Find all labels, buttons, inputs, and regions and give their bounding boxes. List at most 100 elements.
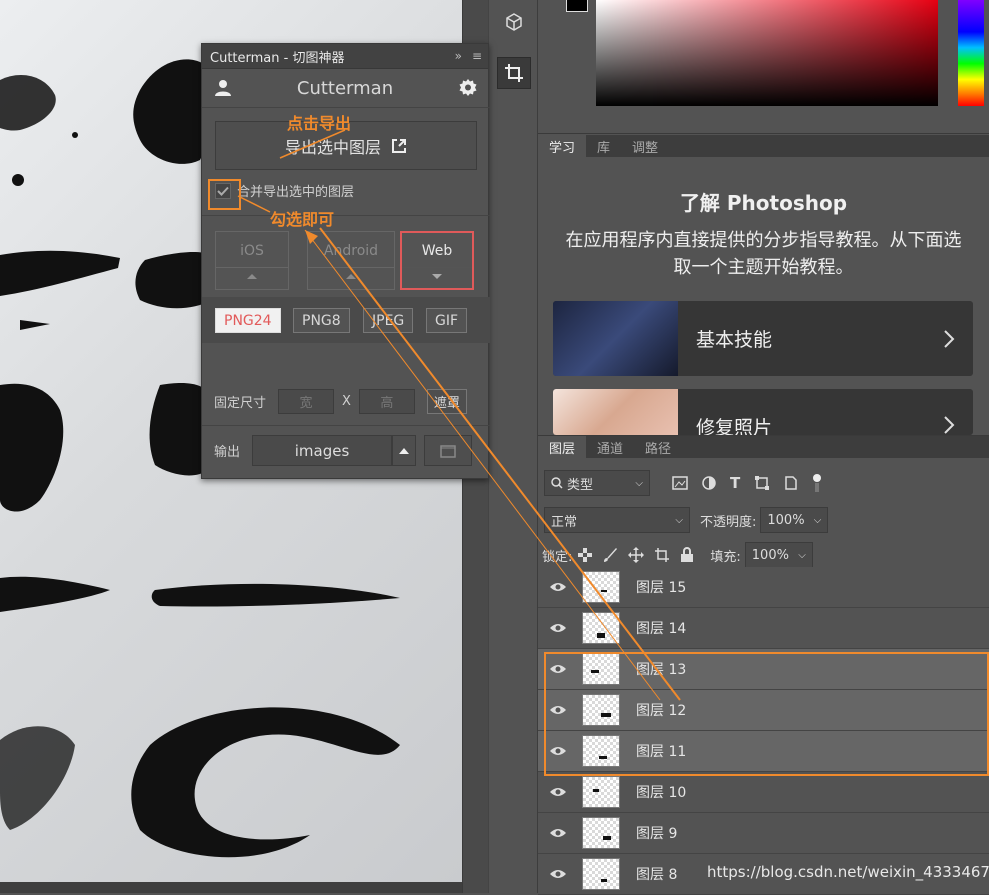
tab-adjustments[interactable]: 调整 [621,135,669,157]
learn-description: 在应用程序内直接提供的分步指导教程。从下面选取一个主题开始教程。 [565,230,962,278]
output-dropdown-button[interactable] [392,435,417,466]
watermark-text: https://blog.csdn.net/weixin_43334673 [707,863,989,881]
gear-icon[interactable] [458,78,478,98]
layer-filter-value: 类型 [567,477,594,493]
foreground-color-swatch[interactable] [566,0,588,12]
shape-filter-icon[interactable] [754,475,770,491]
layer-name: 图层 14 [636,621,687,637]
platform-web-label: Web [421,242,453,259]
tool-panel [488,0,538,893]
tab-layers[interactable]: 图层 [538,436,587,458]
tab-libraries[interactable]: 库 [586,135,621,157]
layer-filter-select[interactable]: 类型 ⌵ [544,470,650,496]
folder-icon [440,444,456,458]
platform-web-button[interactable]: Web [400,231,474,290]
learn-tabs: 学习 库 调整 [538,135,989,157]
filter-toggle-icon[interactable] [812,473,822,493]
visibility-eye-icon[interactable] [538,622,578,634]
layer-thumbnail [582,776,620,808]
lock-pixels-brush-icon[interactable] [602,547,618,563]
hue-slider[interactable] [958,0,984,106]
tutorial-card-basic-skills[interactable]: 基本技能 [553,301,973,376]
format-jpeg-label: JPEG [372,312,405,329]
canvas-bottom-bar [0,882,470,893]
cube-icon [506,13,522,31]
annotation-layers-highlight [544,652,989,776]
annotation-check-only: 勾选即可 [270,210,335,229]
layer-row[interactable]: 图层 10 [538,772,989,813]
layer-row[interactable]: 图层 14 [538,608,989,649]
adjustment-filter-icon[interactable] [702,476,716,490]
expand-arrow-icon [247,273,257,279]
chevron-right-icon [944,416,955,434]
tab-channels[interactable]: 通道 [586,436,634,458]
mask-button-label: 遮罩 [433,396,460,411]
collapse-icon[interactable]: » [455,49,462,63]
layer-name: 图层 15 [636,580,687,596]
width-input[interactable]: 宽 [278,389,335,414]
tutorial-card-fix-photos[interactable]: 修复照片 [553,389,973,435]
external-link-icon [392,138,406,153]
platform-ios-button[interactable]: iOS [215,231,289,290]
format-png8-label: PNG8 [302,312,341,329]
output-folder-field[interactable]: images [252,435,393,466]
open-folder-button[interactable] [424,435,473,466]
layer-thumbnail [582,571,620,603]
tutorial-thumbnail [553,389,678,435]
opacity-label: 不透明度: [700,514,757,530]
lock-all-icon[interactable] [680,547,694,563]
tab-paths[interactable]: 路径 [634,436,682,458]
fill-label: 填充: [710,549,741,565]
crop-tool[interactable] [497,57,531,89]
color-field[interactable] [596,0,938,106]
opacity-input[interactable]: 100% ⌵ [760,507,829,533]
platform-android-label: Android [323,242,379,259]
platform-android-button[interactable]: Android [307,231,395,290]
chevron-down-icon: ⌵ [675,514,683,526]
user-icon[interactable] [214,79,232,97]
chevron-down-icon: ⌵ [813,514,822,526]
format-png24-label: PNG24 [224,312,272,329]
platform-ios-label: iOS [240,242,264,259]
type-filter-icon[interactable]: T [730,474,740,492]
lock-row: 锁定: 填充: 100% ⌵ [542,542,813,568]
blend-mode-select[interactable]: 正常 ⌵ [544,507,690,533]
height-input[interactable]: 高 [358,389,415,414]
smart-object-filter-icon[interactable] [784,475,798,491]
visibility-eye-icon[interactable] [538,868,578,880]
visibility-eye-icon[interactable] [538,786,578,798]
tab-learn[interactable]: 学习 [538,135,587,157]
layer-name: 图层 8 [636,867,678,883]
width-placeholder: 宽 [299,396,313,411]
cutterman-header: Cutterman [202,69,488,107]
cutterman-tab-title[interactable]: Cutterman - 切图神器 [210,47,344,66]
cutterman-panel: Cutterman - 切图神器 » ≡ Cutterman 导出选中图层 合并… [201,43,490,479]
visibility-eye-icon[interactable] [538,581,578,593]
layer-row[interactable]: 图层 9 [538,813,989,854]
layer-name: 图层 9 [636,826,678,842]
format-png24-button[interactable]: PNG24 [215,308,281,333]
output-folder-value: images [294,441,350,460]
triangle-up-icon [399,447,410,454]
learn-title: 了解 Photoshop [679,191,848,215]
format-jpeg-button[interactable]: JPEG [363,308,414,333]
layer-name: 图层 10 [636,785,687,801]
fill-input[interactable]: 100% ⌵ [744,542,813,568]
blend-mode-value: 正常 [551,514,578,530]
format-png8-button[interactable]: PNG8 [293,308,350,333]
panel-menu-icon[interactable]: ≡ [472,49,482,63]
3d-cube-tool[interactable] [497,6,531,38]
lock-transparent-icon[interactable] [578,548,593,562]
fixed-size-row: 固定尺寸 宽 X 高 遮罩 [214,389,467,414]
output-label: 输出 [214,445,241,460]
lock-position-move-icon[interactable] [628,547,645,563]
lock-artboard-icon[interactable] [654,547,670,563]
opacity-value: 100% [767,512,805,528]
crop-icon [505,64,523,82]
collapse-arrow-icon [432,273,442,279]
layer-row[interactable]: 图层 15 [538,567,989,608]
visibility-eye-icon[interactable] [538,827,578,839]
mask-button[interactable]: 遮罩 [426,389,467,414]
image-filter-icon[interactable] [672,476,688,490]
format-gif-button[interactable]: GIF [426,308,468,333]
